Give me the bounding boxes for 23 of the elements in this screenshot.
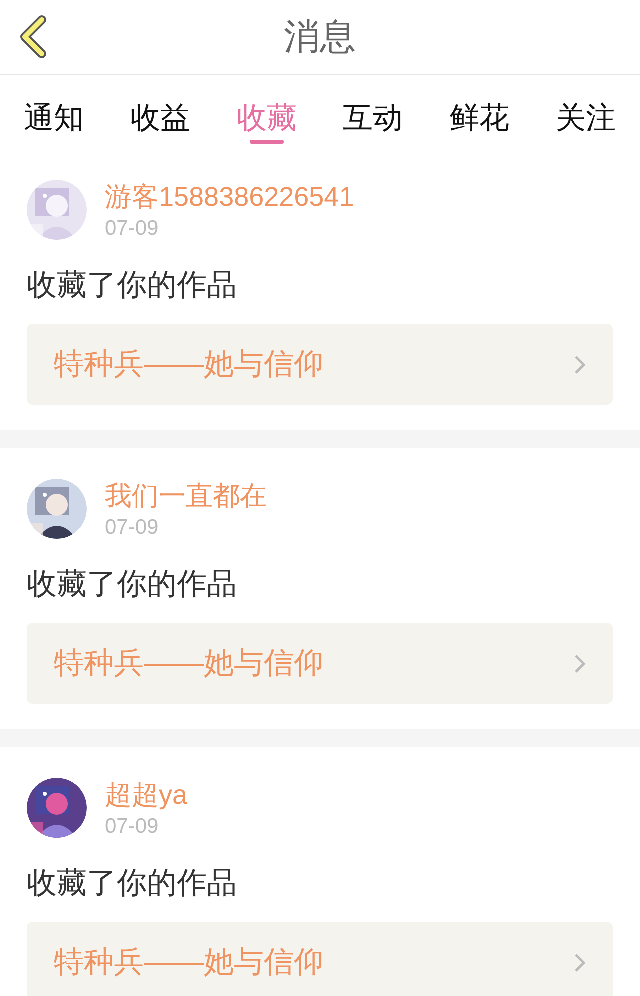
tab[interactable]: 互动 — [343, 75, 404, 149]
tab[interactable]: 收益 — [130, 75, 190, 149]
work-card[interactable]: 特种兵——她与信仰 — [27, 623, 613, 704]
chevron-right-icon — [574, 354, 586, 374]
message-date: 07-09 — [105, 814, 160, 840]
page-title: 消息 — [284, 15, 356, 59]
work-card[interactable]: 特种兵——她与信仰 — [27, 324, 613, 405]
message-text: 收藏了你的作品 — [27, 567, 238, 603]
user-name[interactable]: 超超ya — [105, 778, 188, 812]
chevron-right-icon — [574, 654, 586, 674]
message-text: 收藏了你的作品 — [27, 866, 238, 902]
tab[interactable]: 关注 — [556, 75, 616, 149]
user-name[interactable]: 我们一直都在 — [105, 479, 267, 513]
chevron-left-icon — [18, 15, 48, 59]
message-date: 07-09 — [105, 216, 160, 242]
message-text: 收藏了你的作品 — [27, 268, 238, 304]
tab[interactable]: 收藏 — [236, 75, 297, 149]
message-date: 07-09 — [105, 515, 160, 541]
work-card[interactable]: 特种兵——她与信仰 — [27, 922, 613, 996]
tab[interactable]: 鲜花 — [450, 75, 510, 149]
tab[interactable]: 通知 — [24, 75, 84, 149]
chevron-right-icon — [574, 952, 586, 972]
user-name[interactable]: 游客1588386226541 — [105, 180, 354, 214]
